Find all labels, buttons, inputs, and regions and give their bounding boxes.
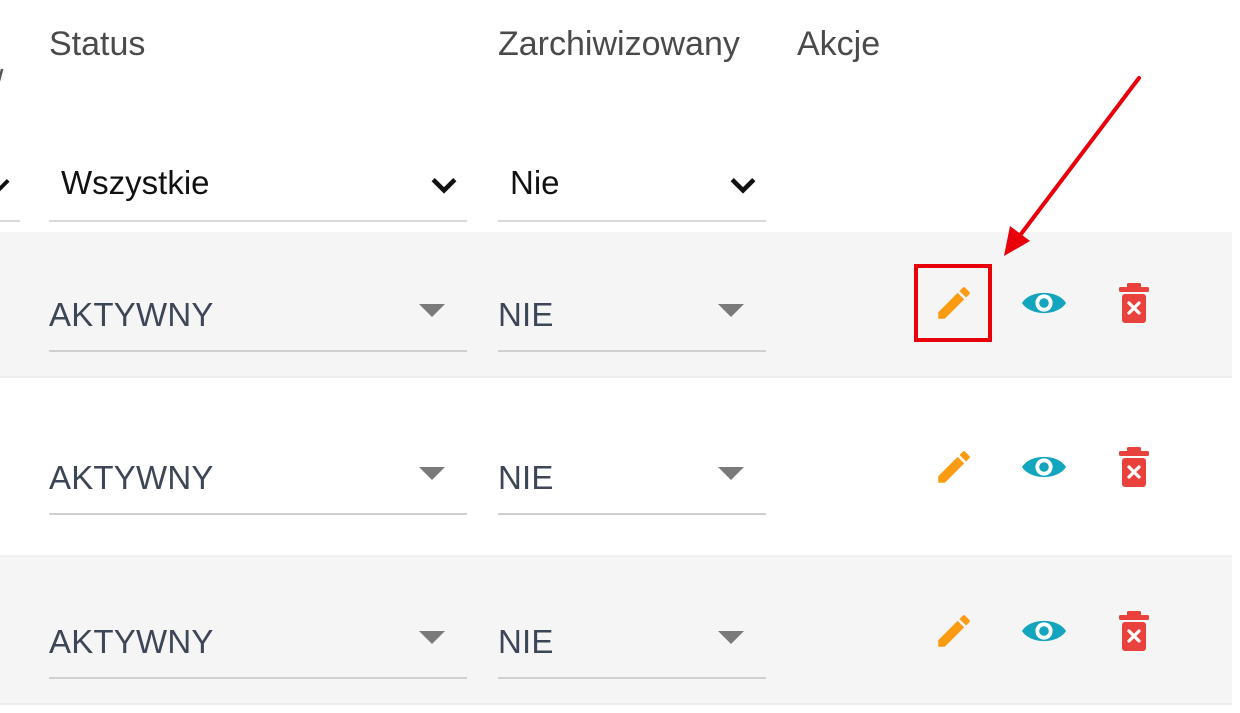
eye-icon	[1021, 620, 1067, 642]
pencil-icon	[938, 451, 970, 483]
archived-filter-select[interactable]: Nie	[498, 158, 766, 222]
view-button[interactable]	[1020, 607, 1068, 655]
edit-button[interactable]	[930, 279, 978, 327]
delete-button[interactable]	[1110, 279, 1158, 327]
delete-button[interactable]	[1110, 607, 1158, 655]
row-divider	[0, 703, 1232, 705]
previous-column-filter-select[interactable]	[0, 158, 20, 222]
trash-x-icon	[1119, 283, 1149, 323]
view-button[interactable]	[1020, 443, 1068, 491]
edit-button[interactable]	[930, 607, 978, 655]
row-status-value: AKTYWNY	[49, 623, 214, 660]
caret-down-icon	[718, 467, 744, 480]
chevron-down-icon	[730, 177, 756, 194]
edit-button[interactable]	[930, 443, 978, 491]
chevron-down-icon	[0, 179, 10, 192]
row-archived-select[interactable]: NIE	[498, 276, 766, 352]
delete-button[interactable]	[1110, 443, 1158, 491]
status-filter-value: Wszystkie	[61, 164, 210, 201]
caret-down-icon	[718, 304, 744, 317]
trash-x-icon	[1119, 611, 1149, 651]
row-archived-value: NIE	[498, 296, 554, 333]
actions-column-header: Akcje	[797, 25, 881, 63]
status-filter-select[interactable]: Wszystkie	[49, 158, 467, 222]
row-status-select[interactable]: AKTYWNY	[49, 603, 467, 679]
row-status-value: AKTYWNY	[49, 459, 214, 496]
row-archived-select[interactable]: NIE	[498, 439, 766, 515]
status-column-header: Status	[49, 25, 146, 63]
eye-icon	[1021, 456, 1067, 478]
caret-down-icon	[419, 631, 445, 644]
row-status-value: AKTYWNY	[49, 296, 214, 333]
row-archived-value: NIE	[498, 623, 554, 660]
row-status-select[interactable]: AKTYWNY	[49, 439, 467, 515]
eye-icon	[1021, 292, 1067, 314]
caret-down-icon	[419, 304, 445, 317]
trash-x-icon	[1119, 447, 1149, 487]
pencil-icon	[938, 287, 970, 319]
view-button[interactable]	[1020, 279, 1068, 327]
archived-filter-value: Nie	[510, 164, 560, 201]
caret-down-icon	[718, 631, 744, 644]
row-archived-value: NIE	[498, 459, 554, 496]
row-status-select[interactable]: AKTYWNY	[49, 276, 467, 352]
row-archived-select[interactable]: NIE	[498, 603, 766, 679]
caret-down-icon	[419, 467, 445, 480]
archived-column-header: Zarchiwizowany	[498, 25, 740, 63]
partial-column-header: /	[0, 64, 3, 103]
chevron-down-icon	[431, 177, 457, 194]
pencil-icon	[938, 615, 970, 647]
